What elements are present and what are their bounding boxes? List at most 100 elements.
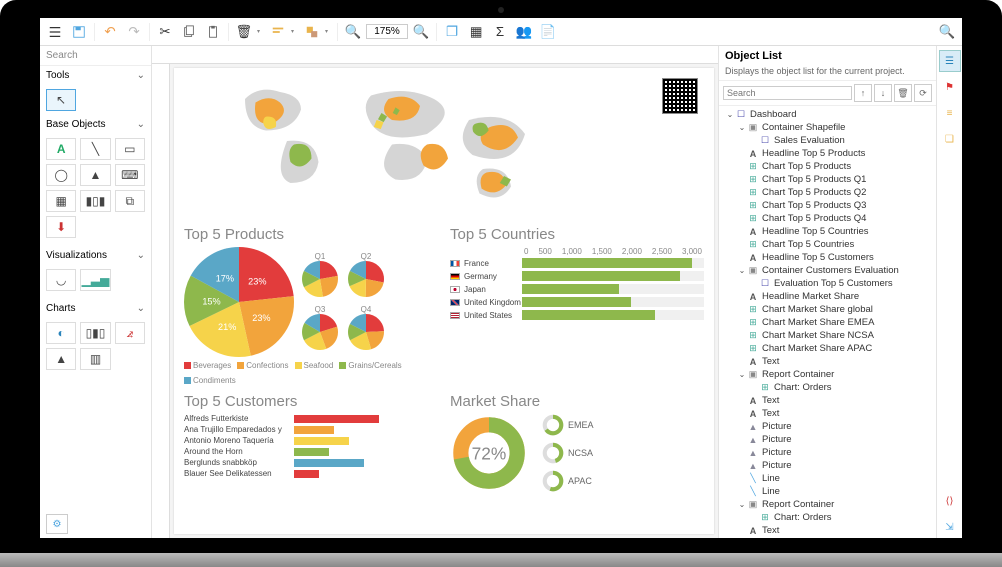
tree-item[interactable]: ⊞Chart Top 5 Products Q4 bbox=[721, 212, 934, 225]
rect-tool[interactable]: ▭ bbox=[115, 138, 145, 160]
settings-icon[interactable]: ⚙ bbox=[46, 514, 68, 534]
object-search-input[interactable] bbox=[723, 86, 852, 100]
tree-item[interactable]: ⌄☐Dashboard bbox=[721, 108, 934, 121]
customer-row[interactable]: Blauer See Delikatessen bbox=[184, 469, 438, 478]
copy-icon[interactable] bbox=[178, 22, 200, 42]
table-icon[interactable]: ▦ bbox=[465, 22, 487, 42]
tree-item[interactable]: ▲Picture bbox=[721, 420, 934, 433]
redo-icon[interactable]: ↷ bbox=[123, 22, 145, 42]
quarter-pie[interactable] bbox=[302, 261, 338, 297]
format-tool[interactable]: ⧉ bbox=[115, 190, 145, 212]
tree-item[interactable]: ⊞Chart: Orders bbox=[721, 511, 934, 524]
country-row[interactable]: United Kingdom bbox=[450, 297, 704, 307]
delete-icon[interactable]: 🗑 bbox=[233, 22, 255, 42]
charts-header[interactable]: Charts bbox=[40, 299, 151, 318]
tree-item[interactable]: ╲Line bbox=[721, 485, 934, 498]
tree-item[interactable]: ⌄▣Report Container bbox=[721, 368, 934, 381]
pie-chart-tool[interactable]: ◐ bbox=[46, 322, 76, 344]
gauge-tool[interactable]: ◡ bbox=[46, 269, 76, 291]
products-pie[interactable]: 23%23%21%15%17% bbox=[184, 247, 294, 357]
input-tool[interactable]: ⌨ bbox=[115, 164, 145, 186]
tree-item[interactable]: ⊞Chart Market Share EMEA bbox=[721, 316, 934, 329]
tab-code-icon[interactable]: ⟨⟩ bbox=[939, 490, 961, 512]
customer-row[interactable]: Alfreds Futterkiste bbox=[184, 414, 438, 423]
world-map[interactable] bbox=[184, 78, 704, 218]
paste-icon[interactable] bbox=[202, 22, 224, 42]
layers-icon[interactable]: ❐ bbox=[441, 22, 463, 42]
barcode-tool[interactable]: ▮▯▮ bbox=[80, 190, 110, 212]
zoom-out-icon[interactable]: 🔍 bbox=[342, 22, 364, 42]
group-icon[interactable] bbox=[301, 22, 323, 42]
area-chart-tool[interactable]: ▲ bbox=[46, 348, 76, 370]
tree-item[interactable]: ▲Picture bbox=[721, 446, 934, 459]
tab-flag-icon[interactable]: ⚑ bbox=[939, 76, 961, 98]
tree-item[interactable]: ⊞Chart Top 5 Products bbox=[721, 160, 934, 173]
text-tool[interactable]: A bbox=[46, 138, 76, 160]
tree-item[interactable]: AText bbox=[721, 394, 934, 407]
cut-icon[interactable]: ✂ bbox=[154, 22, 176, 42]
move-up-icon[interactable]: ↑ bbox=[854, 84, 872, 102]
tree-item[interactable]: AText bbox=[721, 537, 934, 538]
tree-item[interactable]: ⊞Chart: Orders bbox=[721, 381, 934, 394]
tools-header[interactable]: Tools bbox=[40, 66, 151, 85]
tree-item[interactable]: ⊞Chart Market Share APAC bbox=[721, 342, 934, 355]
tree-item[interactable]: ☐Evaluation Top 5 Customers bbox=[721, 277, 934, 290]
tree-item[interactable]: AHeadline Market Share bbox=[721, 290, 934, 303]
tree-item[interactable]: ☐Sales Evaluation bbox=[721, 134, 934, 147]
customer-row[interactable]: Ana Trujillo Emparedados y bbox=[184, 425, 438, 434]
tree-item[interactable]: ⊞Chart Top 5 Products Q2 bbox=[721, 186, 934, 199]
zoom-input[interactable] bbox=[366, 24, 408, 39]
region-ring[interactable]: EMEA bbox=[542, 414, 594, 436]
customer-row[interactable]: Berglunds snabbköp bbox=[184, 458, 438, 467]
tree-item[interactable]: ⊞Chart Top 5 Products Q3 bbox=[721, 199, 934, 212]
share-global-ring[interactable]: 72% bbox=[450, 414, 528, 492]
tree-item[interactable]: AHeadline Top 5 Customers bbox=[721, 251, 934, 264]
zoom-in-icon[interactable]: 🔍 bbox=[410, 22, 432, 42]
country-row[interactable]: United States bbox=[450, 310, 704, 320]
visualizations-header[interactable]: Visualizations bbox=[40, 246, 151, 265]
page-icon[interactable]: 📄 bbox=[537, 22, 559, 42]
country-row[interactable]: Germany bbox=[450, 271, 704, 281]
tree-item[interactable]: ▲Picture bbox=[721, 433, 934, 446]
base-objects-header[interactable]: Base Objects bbox=[40, 115, 151, 134]
save-icon[interactable] bbox=[68, 22, 90, 42]
line-tool[interactable]: ╲ bbox=[80, 138, 110, 160]
tree-item[interactable]: ⊞Chart Top 5 Countries bbox=[721, 238, 934, 251]
move-down-icon[interactable]: ↓ bbox=[874, 84, 892, 102]
tree-item[interactable]: ╲Line bbox=[721, 472, 934, 485]
tree-item[interactable]: AHeadline Top 5 Countries bbox=[721, 225, 934, 238]
bar-chart-tool[interactable]: ▯▮▯ bbox=[80, 322, 110, 344]
column-chart-tool[interactable]: ▥ bbox=[80, 348, 110, 370]
country-row[interactable]: Japan bbox=[450, 284, 704, 294]
tab-data-icon[interactable]: ≡ bbox=[939, 102, 961, 124]
tree-item[interactable]: ⊞Chart Top 5 Products Q1 bbox=[721, 173, 934, 186]
customer-row[interactable]: Antonio Moreno Taquería bbox=[184, 436, 438, 445]
menu-icon[interactable] bbox=[44, 22, 66, 42]
align-icon[interactable] bbox=[267, 22, 289, 42]
bars-tool[interactable]: ▁▃▅ bbox=[80, 269, 110, 291]
tab-move-icon[interactable]: ⇲ bbox=[939, 516, 961, 538]
tree-item[interactable]: AHeadline Top 5 Products bbox=[721, 147, 934, 160]
region-ring[interactable]: APAC bbox=[542, 470, 594, 492]
quarter-pie[interactable] bbox=[348, 314, 384, 350]
delete-tree-icon[interactable]: 🗑 bbox=[894, 84, 912, 102]
image-tool[interactable]: ▲ bbox=[80, 164, 110, 186]
report-page[interactable]: Top 5 Products 23%23%21%15%17% Q1Q2Q3Q4 … bbox=[174, 68, 714, 534]
quarter-pie[interactable] bbox=[348, 261, 384, 297]
country-row[interactable]: France bbox=[450, 258, 704, 268]
tab-layers-icon[interactable]: ❏ bbox=[939, 128, 961, 150]
ellipse-tool[interactable]: ◯ bbox=[46, 164, 76, 186]
line-chart-tool[interactable]: ⦨ bbox=[115, 322, 145, 344]
tree-item[interactable]: AText bbox=[721, 355, 934, 368]
tree-item[interactable]: ⊞Chart Market Share NCSA bbox=[721, 329, 934, 342]
region-ring[interactable]: NCSA bbox=[542, 442, 594, 464]
left-search[interactable]: Search bbox=[40, 46, 151, 66]
preview-icon[interactable]: 🔍 bbox=[936, 22, 958, 42]
tree-item[interactable]: AText bbox=[721, 524, 934, 537]
grid-tool[interactable]: ▦ bbox=[46, 190, 76, 212]
refresh-icon[interactable]: ⟳ bbox=[914, 84, 932, 102]
users-icon[interactable]: 👥 bbox=[513, 22, 535, 42]
pdf-tool[interactable]: ⬇ bbox=[46, 216, 76, 238]
tree-item[interactable]: ⊞Chart Market Share global bbox=[721, 303, 934, 316]
tree-item[interactable]: ⌄▣Container Shapefile bbox=[721, 121, 934, 134]
